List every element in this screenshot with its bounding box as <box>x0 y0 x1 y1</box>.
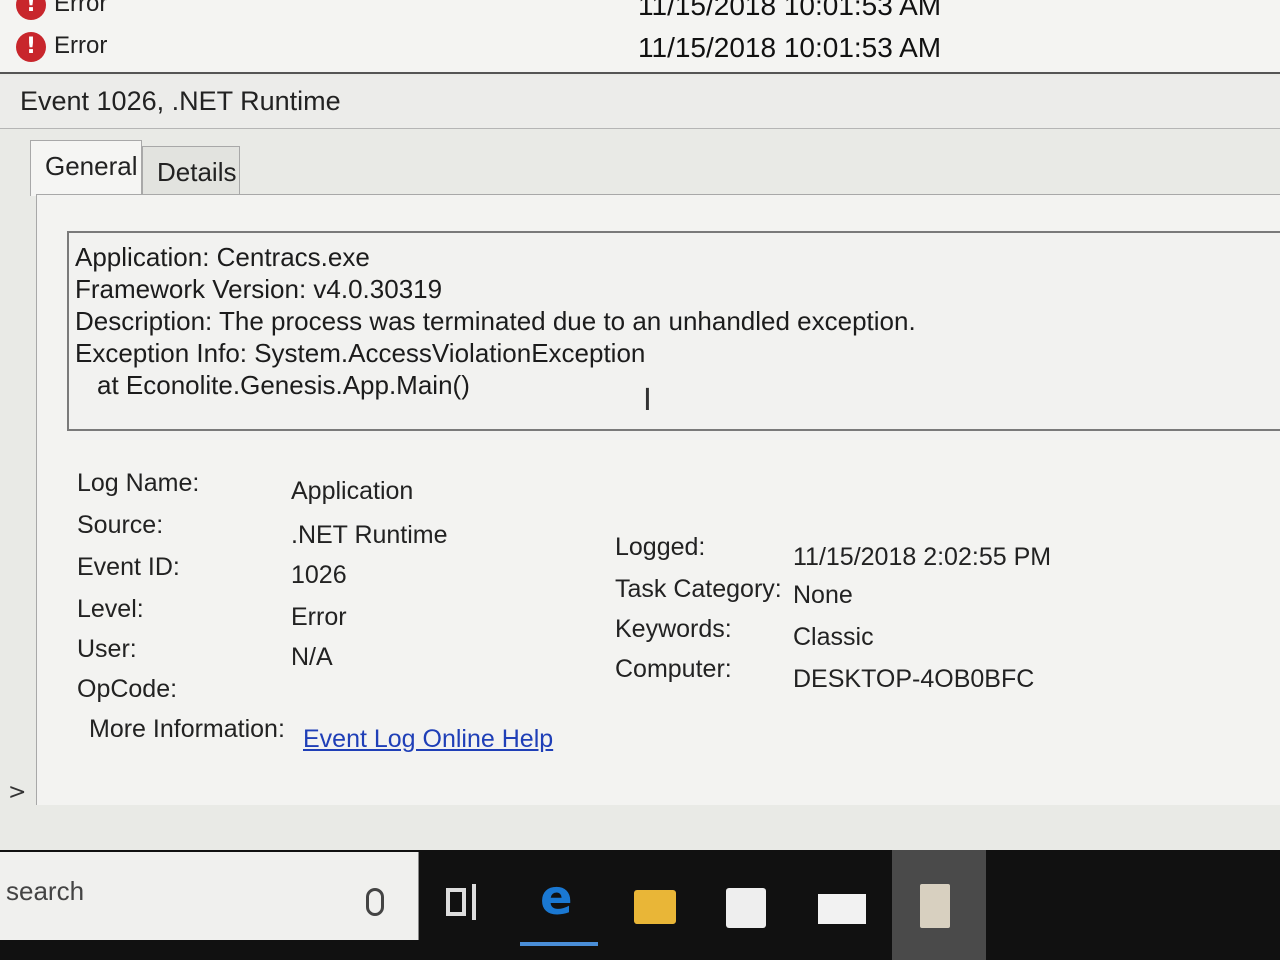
taskbar: search e <box>0 850 1280 960</box>
event-level: Error <box>54 32 108 59</box>
tab-details[interactable]: Details <box>142 146 240 194</box>
source-value: .NET Runtime <box>291 521 448 549</box>
computer-label: Computer: <box>615 655 732 683</box>
logged-value: 11/15/2018 2:02:55 PM <box>793 543 1052 571</box>
user-value: N/A <box>291 643 333 671</box>
level-value: Error <box>291 603 347 631</box>
mail-icon[interactable] <box>818 894 866 924</box>
description-line: Application: Centracs.exe <box>75 242 370 272</box>
event-description-box[interactable]: Application: Centracs.exe Framework Vers… <box>67 231 1280 431</box>
event-title: Event 1026, .NET Runtime <box>20 86 341 116</box>
keywords-label: Keywords: <box>615 615 732 643</box>
event-level: Error <box>54 0 108 17</box>
task-view-icon[interactable] <box>446 882 480 926</box>
log-name-label: Log Name: <box>77 469 200 497</box>
description-line: Description: The process was terminated … <box>75 306 916 336</box>
description-line: Framework Version: v4.0.30319 <box>75 274 443 304</box>
active-app-indicator <box>520 942 598 946</box>
edge-icon[interactable]: e <box>540 870 584 926</box>
event-log-help-link-text[interactable]: Event Log Online Help <box>303 725 553 753</box>
computer-value: DESKTOP-4OB0BFC <box>793 665 1035 693</box>
text-cursor-icon: I <box>643 383 652 418</box>
search-placeholder: search <box>6 876 85 906</box>
log-name-value: Application <box>291 477 414 505</box>
event-list: ! Error 11/15/2018 10:01:53 AM ! Error 1… <box>0 0 1280 74</box>
level-label: Level: <box>77 595 144 623</box>
event-id-label: Event ID: <box>77 553 180 581</box>
microphone-icon[interactable] <box>366 888 384 916</box>
event-row[interactable]: ! Error 11/15/2018 10:01:53 AM <box>16 0 1266 22</box>
source-label: Source: <box>77 511 164 539</box>
description-line: at Econolite.Genesis.App.Main() <box>97 370 470 400</box>
search-input[interactable]: search <box>0 852 419 940</box>
error-icon: ! <box>16 32 46 62</box>
user-label: User: <box>77 635 137 663</box>
file-explorer-icon[interactable] <box>634 890 676 924</box>
tab-general[interactable]: General <box>30 140 142 196</box>
keywords-value: Classic <box>793 623 874 651</box>
error-icon: ! <box>16 0 46 20</box>
logged-label: Logged: <box>615 533 706 561</box>
more-information-label: More Information: <box>89 715 285 743</box>
description-line: Exception Info: System.AccessViolationEx… <box>75 338 646 368</box>
store-icon[interactable] <box>726 888 766 928</box>
chevron-right-icon[interactable]: > <box>8 780 26 805</box>
app-icon[interactable] <box>920 884 950 928</box>
event-row[interactable]: ! Error 11/15/2018 10:01:53 AM <box>16 28 1266 64</box>
event-log-help-link[interactable]: Event Log Online Help <box>303 725 553 754</box>
task-category-label: Task Category: <box>615 575 782 603</box>
event-date-time: 11/15/2018 10:01:53 AM <box>638 32 942 63</box>
task-category-value: None <box>793 581 853 609</box>
event-id-value: 1026 <box>291 561 347 589</box>
event-header: Event 1026, .NET Runtime <box>0 76 1280 129</box>
opcode-label: OpCode: <box>77 675 178 703</box>
event-date-time: 11/15/2018 10:01:53 AM <box>638 0 942 21</box>
general-panel: Application: Centracs.exe Framework Vers… <box>36 194 1280 805</box>
